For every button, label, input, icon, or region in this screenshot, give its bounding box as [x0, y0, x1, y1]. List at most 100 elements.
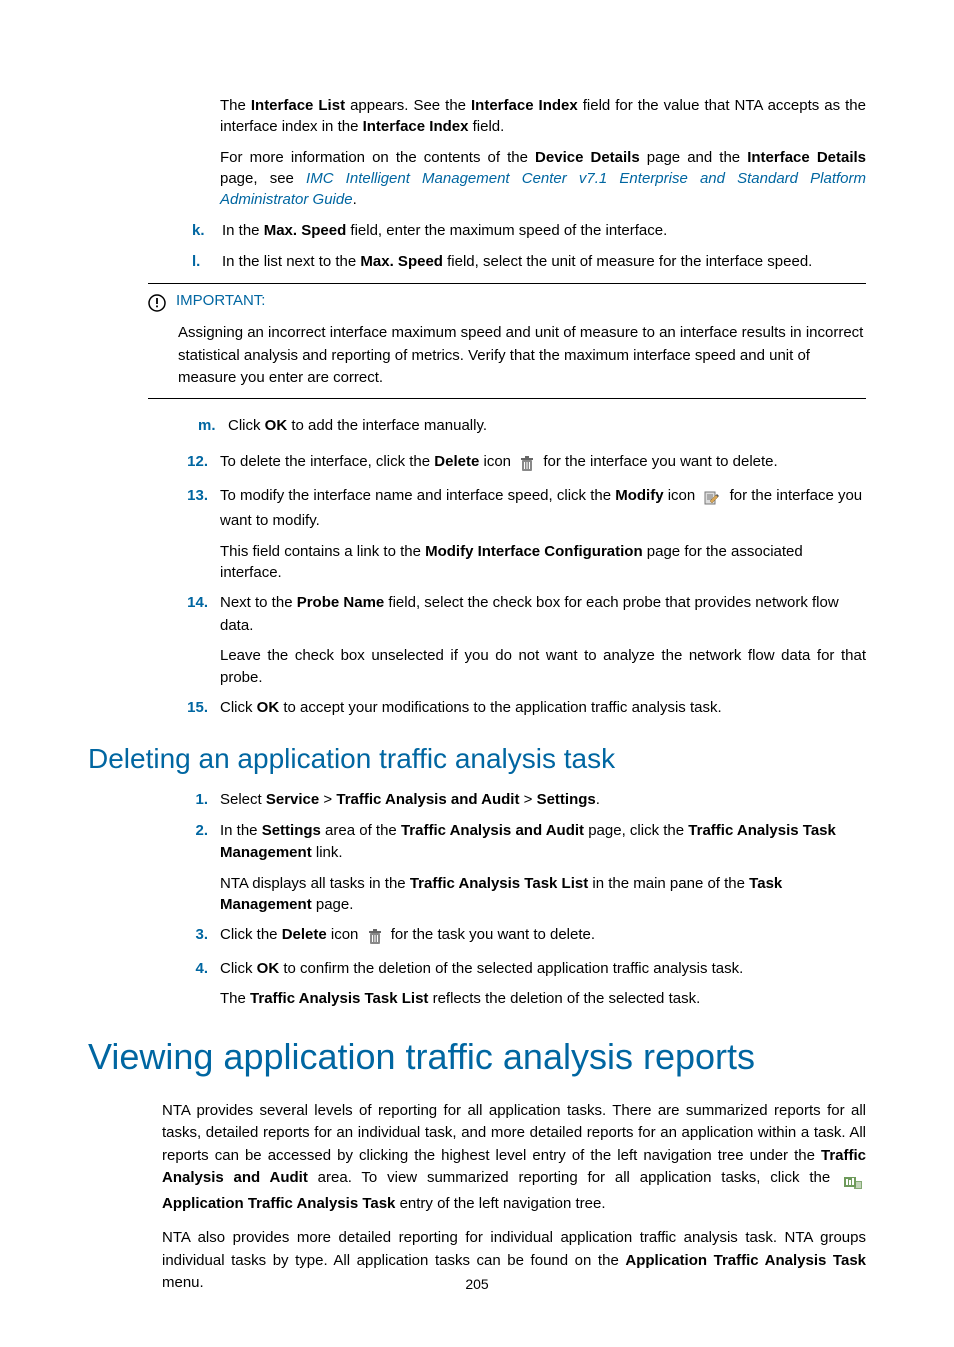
body-text: appears. See the: [345, 97, 471, 114]
bold-text: Interface List: [251, 97, 345, 114]
bold-text: Service: [266, 791, 319, 808]
body-text: field.: [468, 118, 504, 135]
bold-text: Traffic Analysis and Audit: [336, 791, 519, 808]
important-icon: [148, 294, 166, 316]
bold-text: Traffic Analysis Task List: [250, 990, 428, 1007]
body-text: field, enter the maximum speed of the in…: [346, 222, 667, 239]
list-marker: 13.: [182, 485, 208, 508]
page-number: 205: [0, 1276, 954, 1292]
list-marker: 2.: [182, 820, 208, 843]
bold-text: OK: [257, 699, 280, 716]
list-item: m. Click OK to add the interface manuall…: [198, 415, 866, 438]
list-item: 4. Click OK to confirm the deletion of t…: [182, 958, 866, 1010]
list-marker: 12.: [182, 451, 208, 474]
body-text: NTA provides several levels of reporting…: [162, 1102, 866, 1164]
body-text: to add the interface manually.: [287, 417, 487, 434]
list-marker: 1.: [182, 789, 208, 812]
body-text: page, see: [220, 170, 306, 187]
body-text: area of the: [321, 822, 401, 839]
bold-text: Settings: [537, 791, 596, 808]
bold-text: Application Traffic Analysis Task: [625, 1252, 866, 1269]
body-text: For more information on the contents of …: [220, 149, 535, 166]
bold-text: Interface Index: [471, 97, 578, 114]
body-text: page.: [312, 896, 354, 913]
important-title: IMPORTANT:: [176, 292, 265, 309]
list-item: 13. To modify the interface name and int…: [182, 485, 866, 585]
body-text: Click the: [220, 926, 282, 943]
bold-text: Interface Index: [363, 118, 469, 135]
body-text: link.: [312, 844, 343, 861]
body-text: field, select the unit of measure for th…: [443, 253, 812, 270]
body-text: to confirm the deletion of the selected …: [279, 960, 743, 977]
bold-text: Delete: [434, 453, 479, 470]
body-text: in the main pane of the: [588, 875, 749, 892]
bold-text: Max. Speed: [360, 253, 443, 270]
body-text: for the interface you want to delete.: [543, 453, 777, 470]
bold-text: Modify Interface Configuration: [425, 543, 643, 560]
list-item: 2. In the Settings area of the Traffic A…: [182, 820, 866, 917]
list-item: 12. To delete the interface, click the D…: [182, 451, 866, 477]
bold-text: Modify: [615, 487, 663, 504]
body-text: .: [596, 791, 600, 808]
body-text: >: [319, 791, 336, 808]
list-marker: 4.: [182, 958, 208, 981]
cross-ref-link[interactable]: IMC Intelligent Management Center v7.1 E…: [220, 170, 866, 208]
modify-icon: [701, 488, 723, 511]
body-text: Click: [220, 960, 257, 977]
bold-text: Traffic Analysis and Audit: [401, 822, 584, 839]
body-text: The: [220, 990, 250, 1007]
list-item: 3. Click the Delete icon for the task yo…: [182, 924, 866, 950]
body-text: Click: [220, 699, 257, 716]
list-item: k. In the Max. Speed field, enter the ma…: [192, 220, 866, 243]
delete-icon: [517, 454, 537, 477]
bold-text: OK: [265, 417, 288, 434]
bold-text: Delete: [282, 926, 327, 943]
app-task-icon: [842, 1170, 864, 1193]
body-text: Select: [220, 791, 266, 808]
body-text: page and the: [640, 149, 748, 166]
bold-text: Device Details: [535, 149, 640, 166]
bold-text: Application Traffic Analysis Task: [162, 1195, 395, 1212]
bold-text: Settings: [262, 822, 321, 839]
list-marker: m.: [198, 415, 216, 438]
chapter-heading: Viewing application traffic analysis rep…: [88, 1036, 866, 1078]
body-text: icon: [327, 926, 363, 943]
list-item: l. In the list next to the Max. Speed fi…: [192, 251, 866, 274]
body-text: To delete the interface, click the: [220, 453, 434, 470]
list-item: 14. Next to the Probe Name field, select…: [182, 592, 866, 689]
list-marker: 15.: [182, 697, 208, 720]
important-admonition: IMPORTANT: Assigning an incorrect interf…: [148, 283, 866, 399]
body-text: reflects the deletion of the selected ta…: [428, 990, 700, 1007]
body-text: icon: [479, 453, 515, 470]
body-text: .: [353, 191, 357, 208]
list-marker: l.: [192, 251, 200, 274]
body-text: Click: [228, 417, 265, 434]
list-item: 15. Click OK to accept your modification…: [182, 697, 866, 720]
body-text: To modify the interface name and interfa…: [220, 487, 615, 504]
body-text: page, click the: [584, 822, 688, 839]
body-text: In the: [220, 822, 262, 839]
body-text: to accept your modifications to the appl…: [279, 699, 721, 716]
body-text: In the: [222, 222, 264, 239]
body-text: Next to the: [220, 594, 297, 611]
bold-text: Max. Speed: [264, 222, 347, 239]
body-text: area. To view summarized reporting for a…: [308, 1169, 840, 1186]
list-marker: k.: [192, 220, 205, 243]
section-heading: Deleting an application traffic analysis…: [88, 743, 866, 775]
body-text: The: [220, 97, 251, 114]
body-text: >: [519, 791, 536, 808]
list-marker: 3.: [182, 924, 208, 947]
list-marker: 14.: [182, 592, 208, 615]
bold-text: Interface Details: [747, 149, 866, 166]
body-text: for the task you want to delete.: [391, 926, 595, 943]
important-body: Assigning an incorrect interface maximum…: [178, 322, 866, 390]
body-text: In the list next to the: [222, 253, 360, 270]
body-text: Leave the check box unselected if you do…: [220, 647, 866, 686]
body-text: entry of the left navigation tree.: [395, 1195, 605, 1212]
body-text: icon: [664, 487, 700, 504]
bold-text: Traffic Analysis Task List: [410, 875, 588, 892]
bold-text: Probe Name: [297, 594, 385, 611]
body-text: NTA displays all tasks in the: [220, 875, 410, 892]
body-text: This field contains a link to the: [220, 543, 425, 560]
bold-text: OK: [257, 960, 280, 977]
